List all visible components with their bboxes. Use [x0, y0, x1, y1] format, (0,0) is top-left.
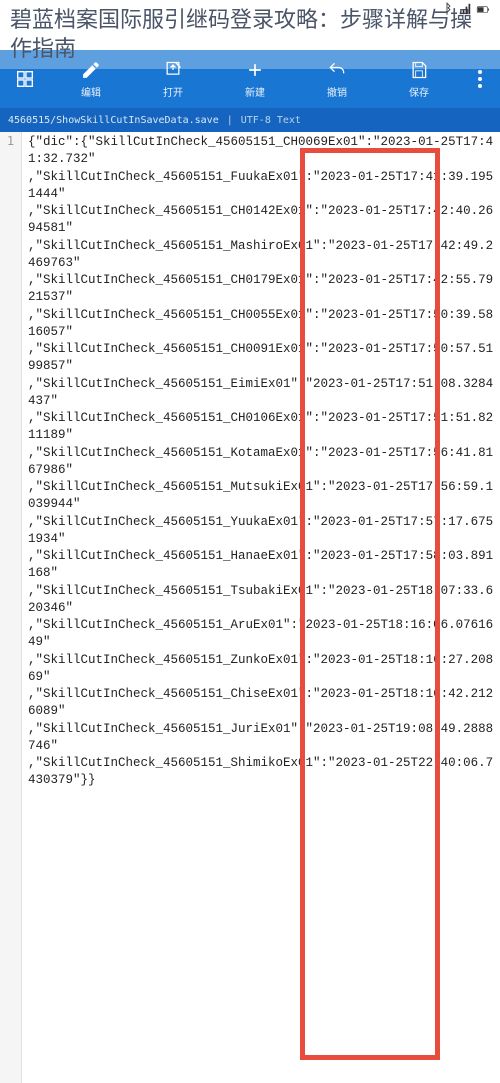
file-tab[interactable]: 4560515/ShowSkillCutInSaveData.save | UT… [0, 108, 500, 132]
new-label: 新建 [245, 84, 265, 99]
more-icon [478, 70, 482, 88]
undo-label: 撤销 [327, 84, 347, 99]
signal-icon [458, 2, 472, 19]
file-name: 4560515/ShowSkillCutInSaveData.save [8, 115, 219, 126]
code-content[interactable]: {"dic":{"SkillCutInCheck_45605151_CH0069… [22, 132, 500, 1083]
save-label: 保存 [409, 84, 429, 99]
status-bar [430, 0, 500, 20]
line-number: 1 [0, 134, 21, 148]
page-title: 碧蓝档案国际服引继码登录攻略：步骤详解与操作指南 [0, 0, 500, 69]
battery-icon [476, 2, 490, 19]
file-divider: | [227, 115, 233, 126]
bluetooth-icon [440, 2, 454, 19]
line-gutter: 1 [0, 132, 22, 1083]
file-encoding: UTF-8 Text [241, 115, 301, 126]
editor: 1 {"dic":{"SkillCutInCheck_45605151_CH00… [0, 132, 500, 1083]
edit-label: 编辑 [81, 84, 101, 99]
open-label: 打开 [163, 84, 183, 99]
